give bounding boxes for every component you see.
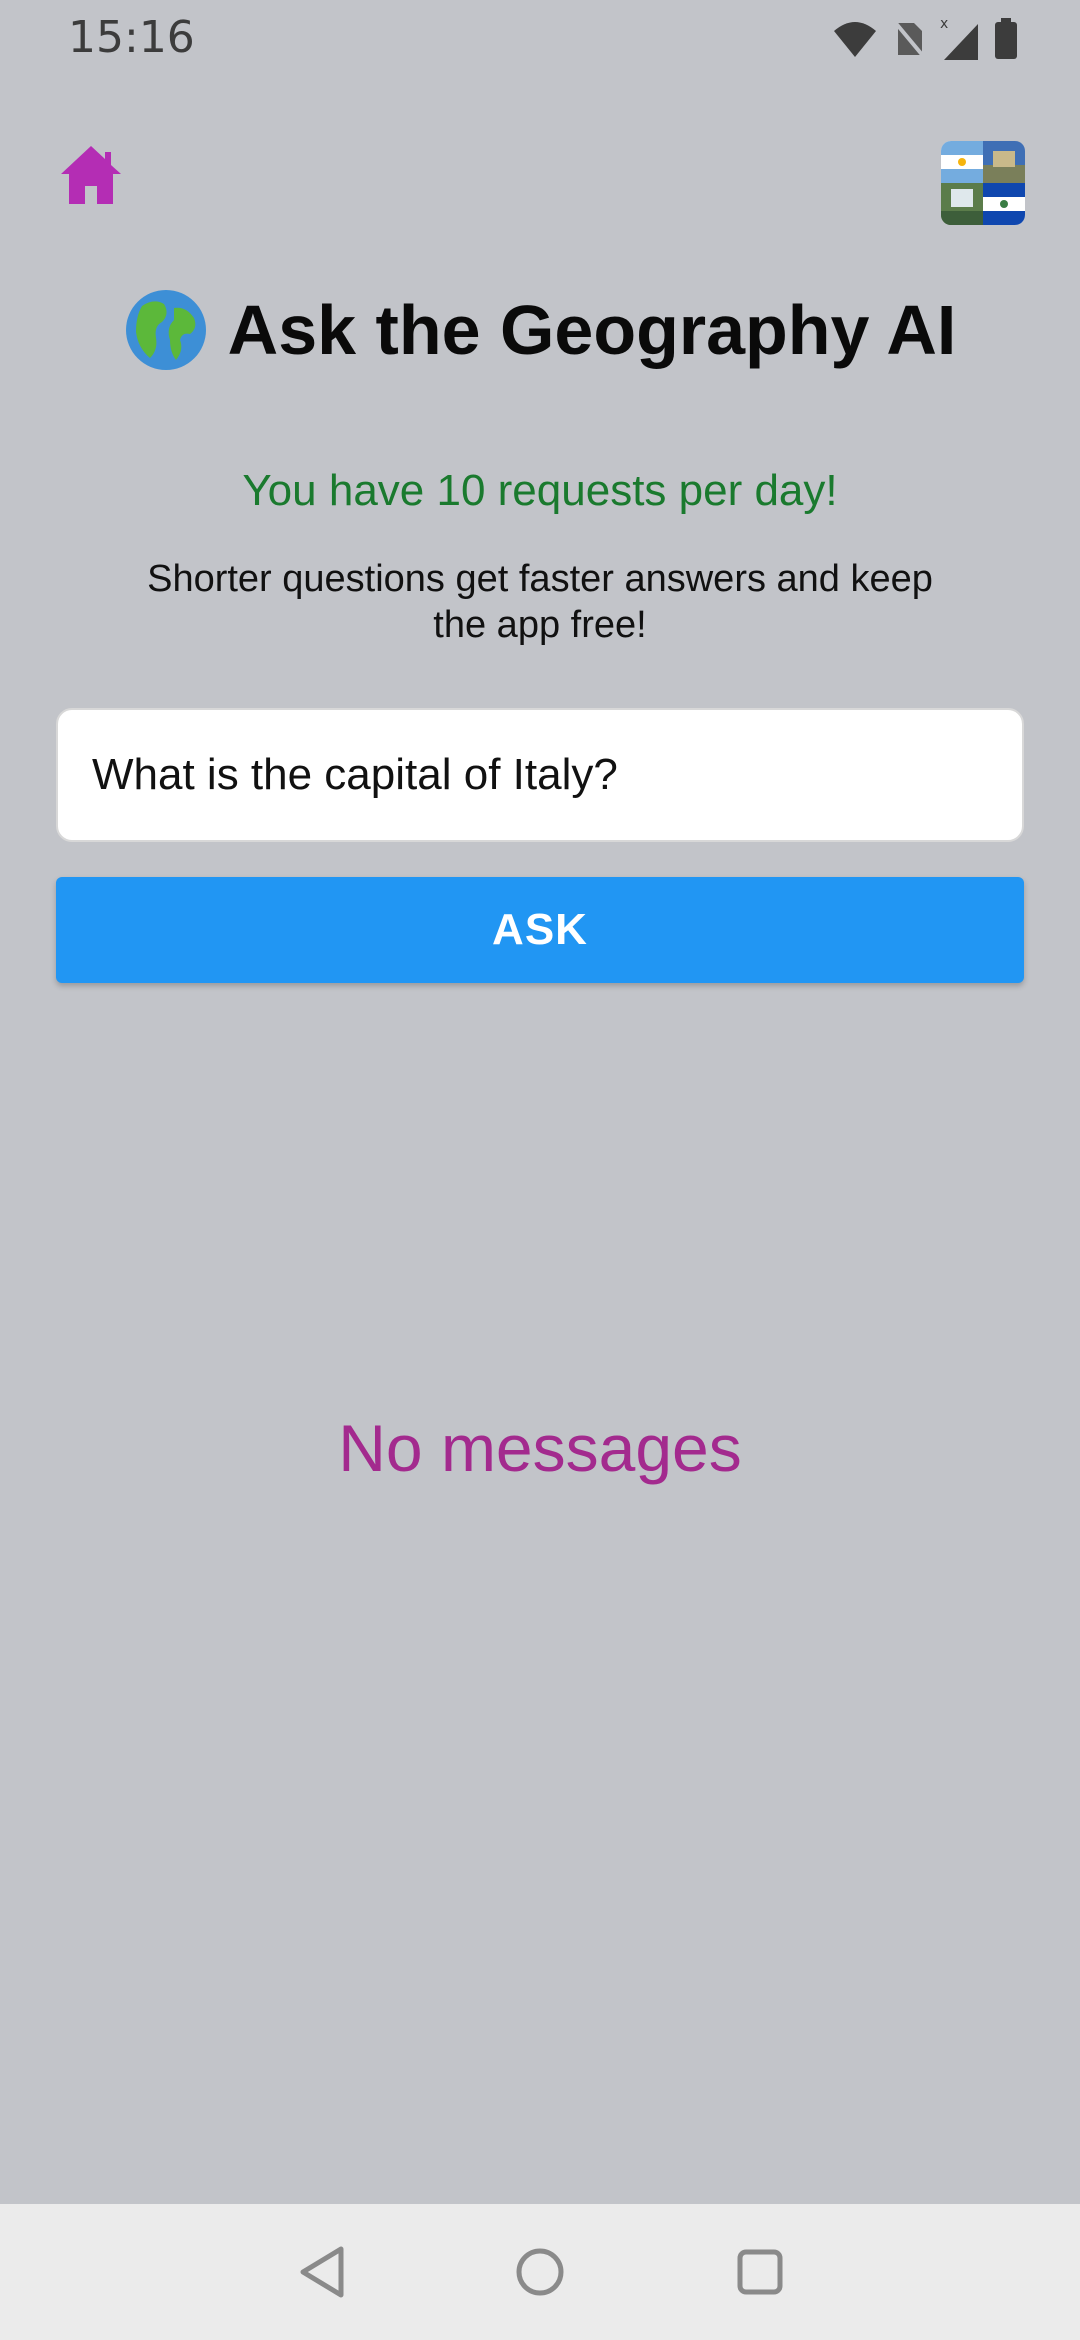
title-text: Ask the Geography AI bbox=[227, 291, 957, 369]
flags-collage-image bbox=[941, 141, 1025, 225]
tip-text: Shorter questions get faster answers and… bbox=[147, 558, 933, 646]
page-title: Ask the Geography AI bbox=[0, 288, 1080, 372]
question-input[interactable] bbox=[56, 708, 1024, 842]
globe-icon bbox=[125, 290, 206, 370]
recents-icon bbox=[737, 2249, 783, 2295]
home-button[interactable] bbox=[58, 142, 124, 208]
home-icon bbox=[61, 146, 121, 204]
nav-recents-button[interactable] bbox=[728, 2240, 792, 2304]
battery-icon bbox=[995, 18, 1017, 59]
status-icons: x bbox=[832, 16, 1018, 62]
status-bar: 15:16 x bbox=[0, 0, 1080, 80]
system-nav-bar bbox=[0, 2204, 1080, 2340]
flags-thumbnail[interactable] bbox=[941, 141, 1025, 225]
nav-home-button[interactable] bbox=[508, 2240, 572, 2304]
home-circle-icon bbox=[516, 2248, 564, 2296]
no-messages-text: No messages bbox=[338, 1411, 742, 1485]
nav-back-button[interactable] bbox=[290, 2240, 354, 2304]
wifi-icon bbox=[834, 22, 876, 57]
ask-button[interactable]: ASK bbox=[56, 877, 1024, 983]
no-sim-icon bbox=[892, 19, 926, 59]
signal-icon: x bbox=[940, 16, 978, 60]
svg-text:x: x bbox=[940, 16, 948, 32]
requests-limit-text: You have 10 requests per day! bbox=[242, 466, 838, 515]
back-icon bbox=[300, 2246, 344, 2298]
status-time: 15:16 bbox=[68, 12, 195, 63]
